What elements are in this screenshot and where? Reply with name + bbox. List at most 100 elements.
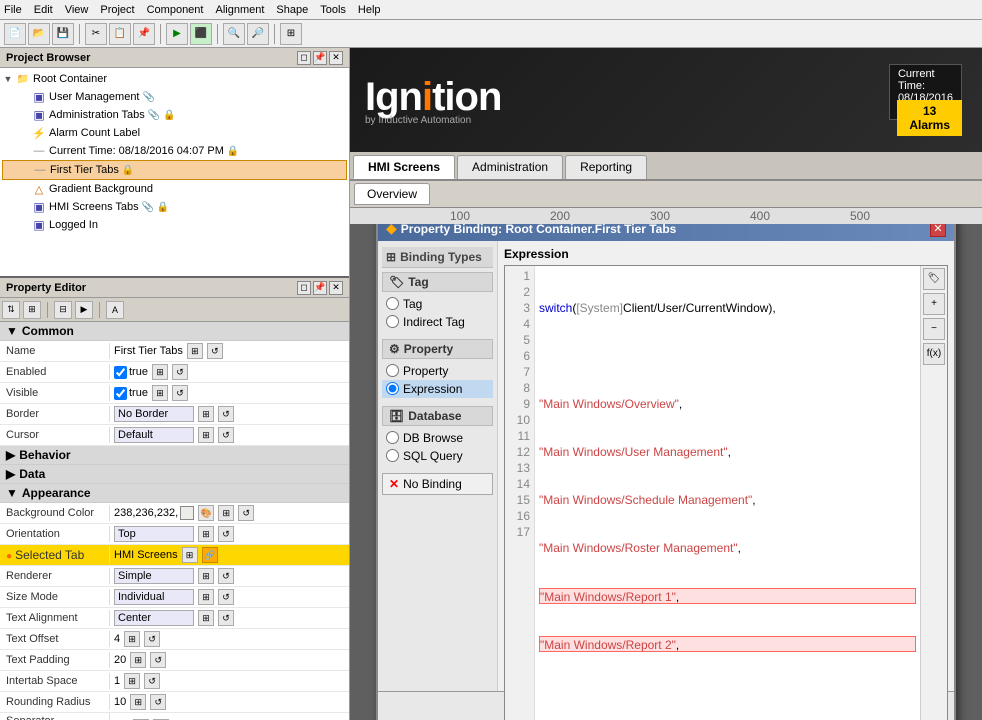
tab-administration[interactable]: Administration [457, 155, 563, 179]
prop-expand-btn[interactable]: ▶ [75, 301, 93, 319]
menu-view[interactable]: View [65, 4, 89, 16]
prop-selected-tab-edit[interactable]: ⊞ [182, 547, 198, 563]
prop-bg-color-reset[interactable]: ⊞ [218, 505, 234, 521]
prop-text-padding-edit[interactable]: ⊞ [130, 652, 146, 668]
restore-btn[interactable]: ◻ [297, 51, 311, 65]
menu-edit[interactable]: Edit [34, 4, 53, 16]
prop-selected-tab-binding[interactable]: 🔗 [202, 547, 218, 563]
tree-item-alarm[interactable]: ⚡ Alarm Count Label [2, 124, 347, 142]
toolbar-zoom-in[interactable]: 🔍 [223, 23, 245, 45]
prop-cursor-edit[interactable]: ⊞ [198, 427, 214, 443]
pin-btn[interactable]: 📌 [313, 51, 327, 65]
tree-item-admin-tabs[interactable]: ▣ Administration Tabs 📎 🔒 [2, 106, 347, 124]
common-section[interactable]: ▼ Common [0, 322, 349, 341]
prop-text-align-dropdown[interactable]: Center [114, 610, 194, 626]
tree-item-first-tier[interactable]: — First Tier Tabs 🔒 [2, 160, 347, 180]
prop-size-mode-reset[interactable]: ↺ [218, 589, 234, 605]
tree-item-user-mgmt[interactable]: ▣ User Management 📎 [2, 88, 347, 106]
property-radio[interactable] [386, 364, 399, 377]
prop-cursor-reset[interactable]: ↺ [218, 427, 234, 443]
sql-query-radio[interactable] [386, 449, 399, 462]
prop-size-mode-edit[interactable]: ⊞ [198, 589, 214, 605]
toolbar-copy[interactable]: 📋 [109, 23, 131, 45]
expr-minus-btn[interactable]: − [923, 318, 945, 340]
appearance-section[interactable]: ▼ Appearance [0, 484, 349, 503]
tab-reporting[interactable]: Reporting [565, 155, 647, 179]
tree-item-gradient[interactable]: △ Gradient Background [2, 180, 347, 198]
prop-text-offset-edit[interactable]: ⊞ [124, 631, 140, 647]
toolbar-paste[interactable]: 📌 [133, 23, 155, 45]
expression-option[interactable]: Expression [382, 380, 493, 398]
toolbar-stop[interactable]: ⬛ [190, 23, 212, 45]
menu-shape[interactable]: Shape [276, 4, 308, 16]
db-browse-option[interactable]: DB Browse [382, 429, 493, 447]
prop-visible-checkbox[interactable] [114, 387, 127, 400]
tree-item-hmi-screens[interactable]: ▣ HMI Screens Tabs 📎 🔒 [2, 198, 347, 216]
expr-plus-btn[interactable]: + [923, 293, 945, 315]
dialog-close-button[interactable]: ✕ [930, 224, 946, 237]
toolbar-run[interactable]: ▶ [166, 23, 188, 45]
menu-alignment[interactable]: Alignment [215, 4, 264, 16]
prop-visible-reset[interactable]: ↺ [172, 385, 188, 401]
tag-radio[interactable] [386, 297, 399, 310]
menu-help[interactable]: Help [358, 4, 381, 16]
expr-func-btn[interactable]: f(x) [923, 343, 945, 365]
menu-file[interactable]: File [4, 4, 22, 16]
sub-tab-overview[interactable]: Overview [354, 183, 430, 205]
toolbar-grid[interactable]: ⊞ [280, 23, 302, 45]
expression-radio[interactable] [386, 382, 399, 395]
prop-rounding-edit[interactable]: ⊞ [130, 694, 146, 710]
prop-enabled-reset[interactable]: ↺ [172, 364, 188, 380]
prop-renderer-dropdown[interactable]: Simple [114, 568, 194, 584]
prop-orientation-dropdown[interactable]: Top [114, 526, 194, 542]
indirect-tag-option[interactable]: Indirect Tag [382, 313, 493, 331]
toolbar-cut[interactable]: ✂ [85, 23, 107, 45]
prop-size-mode-dropdown[interactable]: Individual [114, 589, 194, 605]
prop-filter-btn[interactable]: ⊟ [54, 301, 72, 319]
prop-sort-btn[interactable]: ⇅ [2, 301, 20, 319]
sql-query-option[interactable]: SQL Query [382, 447, 493, 465]
prop-group-btn[interactable]: ⊞ [23, 301, 41, 319]
prop-rounding-reset[interactable]: ↺ [150, 694, 166, 710]
no-binding-button[interactable]: ✕ No Binding [382, 473, 493, 495]
prop-text-padding-reset[interactable]: ↺ [150, 652, 166, 668]
tab-hmi-screens[interactable]: HMI Screens [353, 155, 455, 179]
prop-text-align-edit[interactable]: ⊞ [198, 610, 214, 626]
prop-name-edit[interactable]: ⊞ [187, 343, 203, 359]
menu-project[interactable]: Project [100, 4, 134, 16]
db-browse-radio[interactable] [386, 431, 399, 444]
prop-text-align-reset[interactable]: ↺ [218, 610, 234, 626]
prop-close-btn[interactable]: ✕ [329, 281, 343, 295]
menu-component[interactable]: Component [147, 4, 204, 16]
code-content[interactable]: switch([System]Client/User/CurrentWindow… [535, 266, 920, 720]
prop-renderer-reset[interactable]: ↺ [218, 568, 234, 584]
prop-orientation-reset[interactable]: ↺ [218, 526, 234, 542]
prop-orientation-edit[interactable]: ⊞ [198, 526, 214, 542]
prop-border-reset[interactable]: ↺ [218, 406, 234, 422]
expr-tag-btn[interactable]: 🏷 [923, 268, 945, 290]
prop-intertab-edit[interactable]: ⊞ [124, 673, 140, 689]
prop-restore-btn[interactable]: ◻ [297, 281, 311, 295]
toolbar-new[interactable]: 📄 [4, 23, 26, 45]
prop-border-dropdown[interactable]: No Border [114, 406, 194, 422]
behavior-section[interactable]: ▶ Behavior [0, 446, 349, 465]
prop-intertab-reset[interactable]: ↺ [144, 673, 160, 689]
prop-cursor-dropdown[interactable]: Default [114, 427, 194, 443]
prop-bg-color-bind[interactable]: ↺ [238, 505, 254, 521]
prop-name-reset[interactable]: ↺ [207, 343, 223, 359]
menu-tools[interactable]: Tools [320, 4, 346, 16]
property-option[interactable]: Property [382, 362, 493, 380]
prop-visible-edit[interactable]: ⊞ [152, 385, 168, 401]
indirect-tag-radio[interactable] [386, 315, 399, 328]
alarms-button[interactable]: 13 Alarms [897, 100, 962, 136]
tag-option[interactable]: Tag [382, 295, 493, 313]
prop-enabled-checkbox[interactable] [114, 366, 127, 379]
toolbar-open[interactable]: 📂 [28, 23, 50, 45]
close-panel-btn[interactable]: ✕ [329, 51, 343, 65]
prop-enabled-edit[interactable]: ⊞ [152, 364, 168, 380]
tree-item-current-time[interactable]: — Current Time: 08/18/2016 04:07 PM 🔒 [2, 142, 347, 160]
prop-font-btn[interactable]: A [106, 301, 124, 319]
expand-root[interactable]: ▼ [2, 73, 14, 85]
prop-bg-color-edit[interactable]: 🎨 [198, 505, 214, 521]
prop-renderer-edit[interactable]: ⊞ [198, 568, 214, 584]
